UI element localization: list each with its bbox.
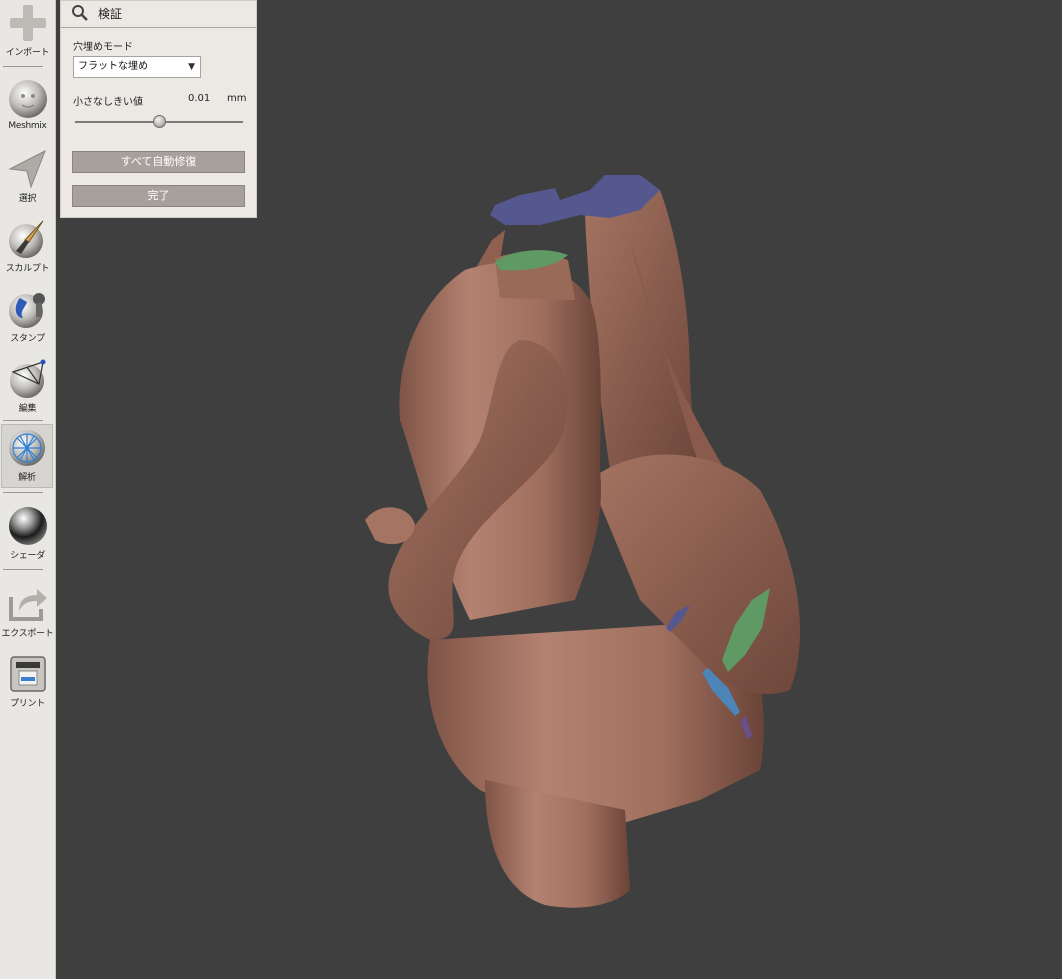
sidebar-item-label: スタンプ <box>10 334 45 344</box>
sidebar-divider <box>3 492 43 493</box>
sidebar-item-label: エクスポート <box>1 629 54 639</box>
select-arrow-icon <box>7 149 46 189</box>
chevron-down-icon: ▼ <box>188 62 195 72</box>
threshold-slider-handle[interactable] <box>152 115 166 128</box>
sidebar-item-sculpt[interactable]: スカルプト <box>0 218 55 274</box>
threshold-label: 小さなしきい値 <box>73 97 143 108</box>
sidebar-item-analysis[interactable]: 解析 <box>1 424 53 488</box>
tool-sidebar: インポート Meshmix 選択 スカルプト スタンプ 編集 解析 シェーダ エ… <box>0 0 56 979</box>
auto-repair-all-button[interactable]: すべて自動修復 <box>72 151 245 173</box>
hole-fill-mode-label: 穴埋めモード <box>73 42 133 53</box>
sculpt-brush-icon <box>8 220 43 258</box>
sidebar-item-label: プリント <box>10 699 45 709</box>
threshold-value: 0.01 <box>188 93 211 104</box>
sidebar-item-print[interactable]: プリント <box>0 653 55 709</box>
sidebar-item-label: Meshmix <box>8 121 47 131</box>
sidebar-item-meshmix[interactable]: Meshmix <box>0 78 55 131</box>
edit-mesh-icon <box>9 359 45 398</box>
sidebar-item-label: 解析 <box>18 473 36 483</box>
sidebar-item-shader[interactable]: シェーダ <box>0 505 55 561</box>
panel-header: 検証 <box>61 1 256 28</box>
sidebar-item-import[interactable]: インポート <box>0 2 55 58</box>
sidebar-item-label: インポート <box>5 48 50 58</box>
sidebar-item-edit[interactable]: 編集 <box>0 358 55 414</box>
sidebar-item-select[interactable]: 選択 <box>0 148 55 204</box>
plus-icon <box>9 5 46 41</box>
threshold-unit: mm <box>227 93 247 104</box>
done-button[interactable]: 完了 <box>72 185 245 207</box>
sidebar-divider <box>3 569 43 570</box>
analysis-icon <box>9 430 45 466</box>
hole-fill-mode-value: フラットな埋め <box>78 61 148 72</box>
shader-sphere-icon <box>8 507 47 545</box>
search-icon <box>72 5 88 21</box>
sidebar-item-export[interactable]: エクスポート <box>0 583 55 639</box>
sidebar-item-label: 選択 <box>18 194 37 204</box>
meshmix-face-icon <box>8 80 47 118</box>
sidebar-divider <box>3 420 43 421</box>
hole-fill-mode-select[interactable]: フラットな埋め ▼ <box>73 56 201 78</box>
stamp-icon <box>8 293 45 328</box>
panel-title: 検証 <box>98 7 123 21</box>
sidebar-divider <box>3 66 43 67</box>
sidebar-item-label: シェーダ <box>10 551 45 561</box>
print-icon <box>9 656 46 692</box>
sidebar-item-stamp[interactable]: スタンプ <box>0 288 55 344</box>
sidebar-item-label: 編集 <box>18 404 37 414</box>
sidebar-item-label: スカルプト <box>5 264 50 274</box>
inspector-panel: 検証 穴埋めモード フラットな埋め ▼ 小さなしきい値 0.01 mm すべて自… <box>60 0 257 218</box>
export-icon <box>8 589 47 621</box>
